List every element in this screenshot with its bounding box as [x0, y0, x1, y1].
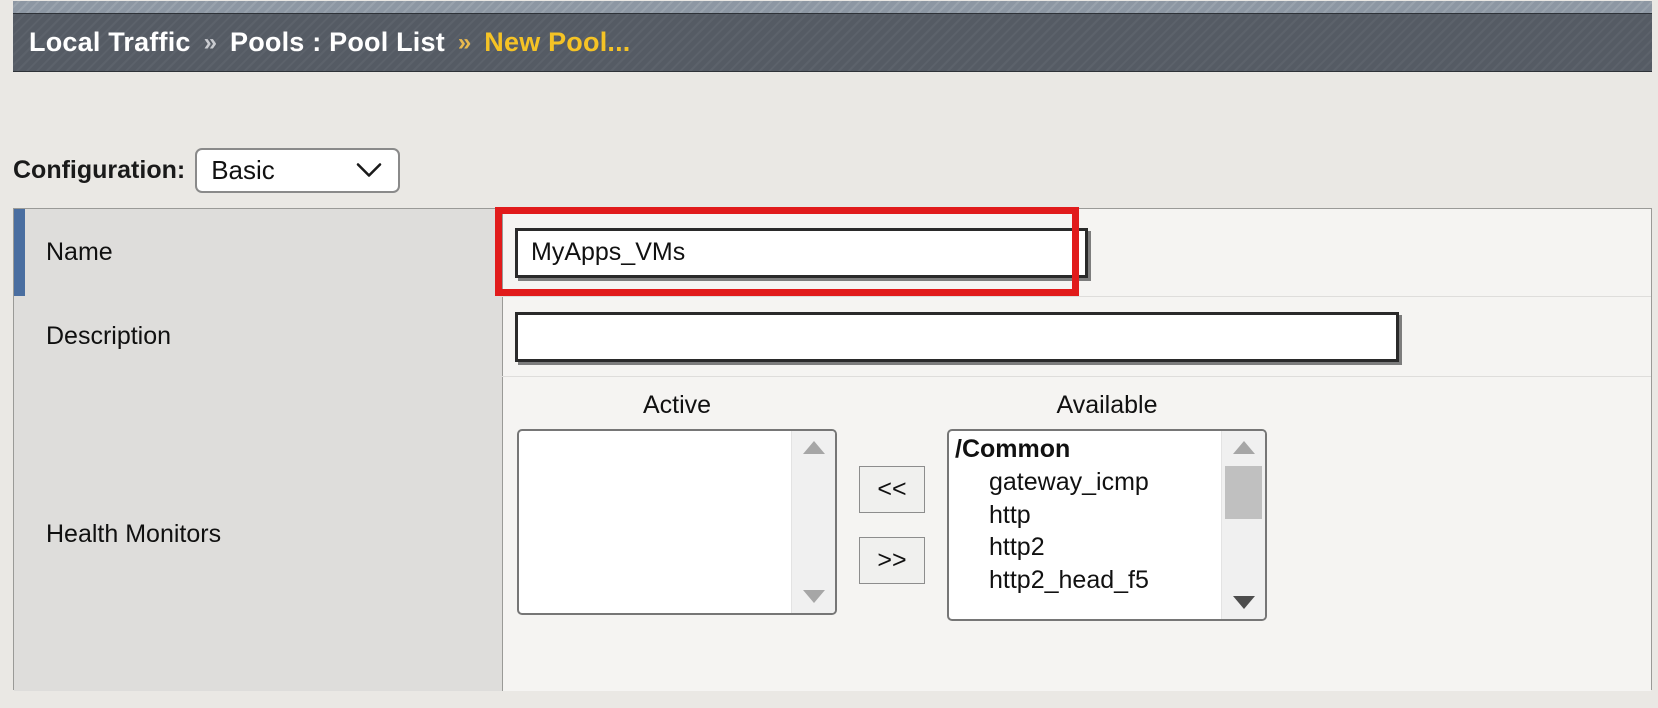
label-text-health-monitors: Health Monitors [46, 519, 222, 548]
list-item[interactable]: http2 [949, 531, 1221, 564]
scroll-down-arrow-icon[interactable] [802, 589, 826, 604]
row-label-description: Description [14, 297, 503, 376]
scrollbar-thumb[interactable] [1225, 466, 1262, 519]
table-row-health-monitors: Health Monitors Active << >> Available /… [14, 376, 1651, 691]
list-item[interactable]: /Common [949, 433, 1221, 466]
scroll-up-arrow-icon[interactable] [802, 440, 826, 455]
configuration-label: Configuration: [13, 155, 186, 184]
active-monitors-listbox[interactable] [517, 429, 837, 615]
breadcrumb-separator-icon: » [203, 28, 218, 56]
name-input[interactable]: MyApps_VMs [515, 227, 1088, 278]
move-to-available-button[interactable]: >> [859, 537, 925, 584]
health-monitors-picker: Active << >> Available /Common gateway_i… [515, 377, 1267, 621]
row-label-name: Name [14, 209, 503, 296]
table-row-description: Description [14, 296, 1651, 376]
breadcrumb: Local Traffic » Pools : Pool List » New … [13, 1, 1652, 72]
active-monitors-column: Active [517, 391, 837, 615]
active-monitors-items[interactable] [519, 431, 791, 613]
label-text-name: Name [46, 238, 113, 266]
available-monitors-items[interactable]: /Common gateway_icmp http http2 http2_head_f… [949, 431, 1221, 619]
breadcrumb-separator-icon: » [457, 28, 472, 56]
available-monitors-column: Available /Common gateway_icmp http http2 ht… [947, 391, 1267, 621]
available-listbox-scrollbar[interactable] [1221, 431, 1265, 619]
pool-configuration-table: Name MyApps_VMs Description Health Monit… [13, 208, 1652, 691]
chevron-down-icon [356, 163, 382, 177]
move-to-active-button[interactable]: << [859, 466, 925, 513]
breadcrumb-item-local-traffic[interactable]: Local Traffic [29, 27, 191, 58]
list-item[interactable]: gateway_icmp [949, 466, 1221, 499]
description-input[interactable] [515, 311, 1399, 362]
active-listbox-scrollbar[interactable] [791, 431, 835, 613]
required-field-accent-bar [14, 209, 25, 296]
active-list-heading: Active [642, 391, 712, 419]
row-field-health-monitors: Active << >> Available /Common gateway_i… [503, 377, 1651, 691]
configuration-select-value: Basic [211, 154, 275, 185]
scroll-down-arrow-icon[interactable] [1232, 595, 1256, 610]
available-monitors-listbox[interactable]: /Common gateway_icmp http http2 http2_head_f… [947, 429, 1267, 621]
transfer-buttons: << >> [859, 391, 925, 584]
row-field-name: MyApps_VMs [503, 209, 1651, 296]
breadcrumb-item-new-pool: New Pool... [484, 27, 631, 57]
list-item[interactable]: http2_head_f5 [949, 564, 1221, 597]
label-text-description: Description [46, 322, 172, 350]
table-row-name: Name MyApps_VMs [14, 209, 1651, 296]
scroll-up-arrow-icon[interactable] [1232, 440, 1256, 455]
row-field-description [503, 297, 1651, 376]
list-item[interactable]: http [949, 499, 1221, 532]
breadcrumb-item-pool-list[interactable]: Pools : Pool List [230, 27, 445, 58]
row-label-health-monitors: Health Monitors [14, 377, 503, 691]
available-list-heading: Available [1056, 391, 1158, 419]
configuration-select[interactable]: Basic [195, 147, 401, 193]
configuration-row: Configuration: Basic [13, 146, 401, 194]
